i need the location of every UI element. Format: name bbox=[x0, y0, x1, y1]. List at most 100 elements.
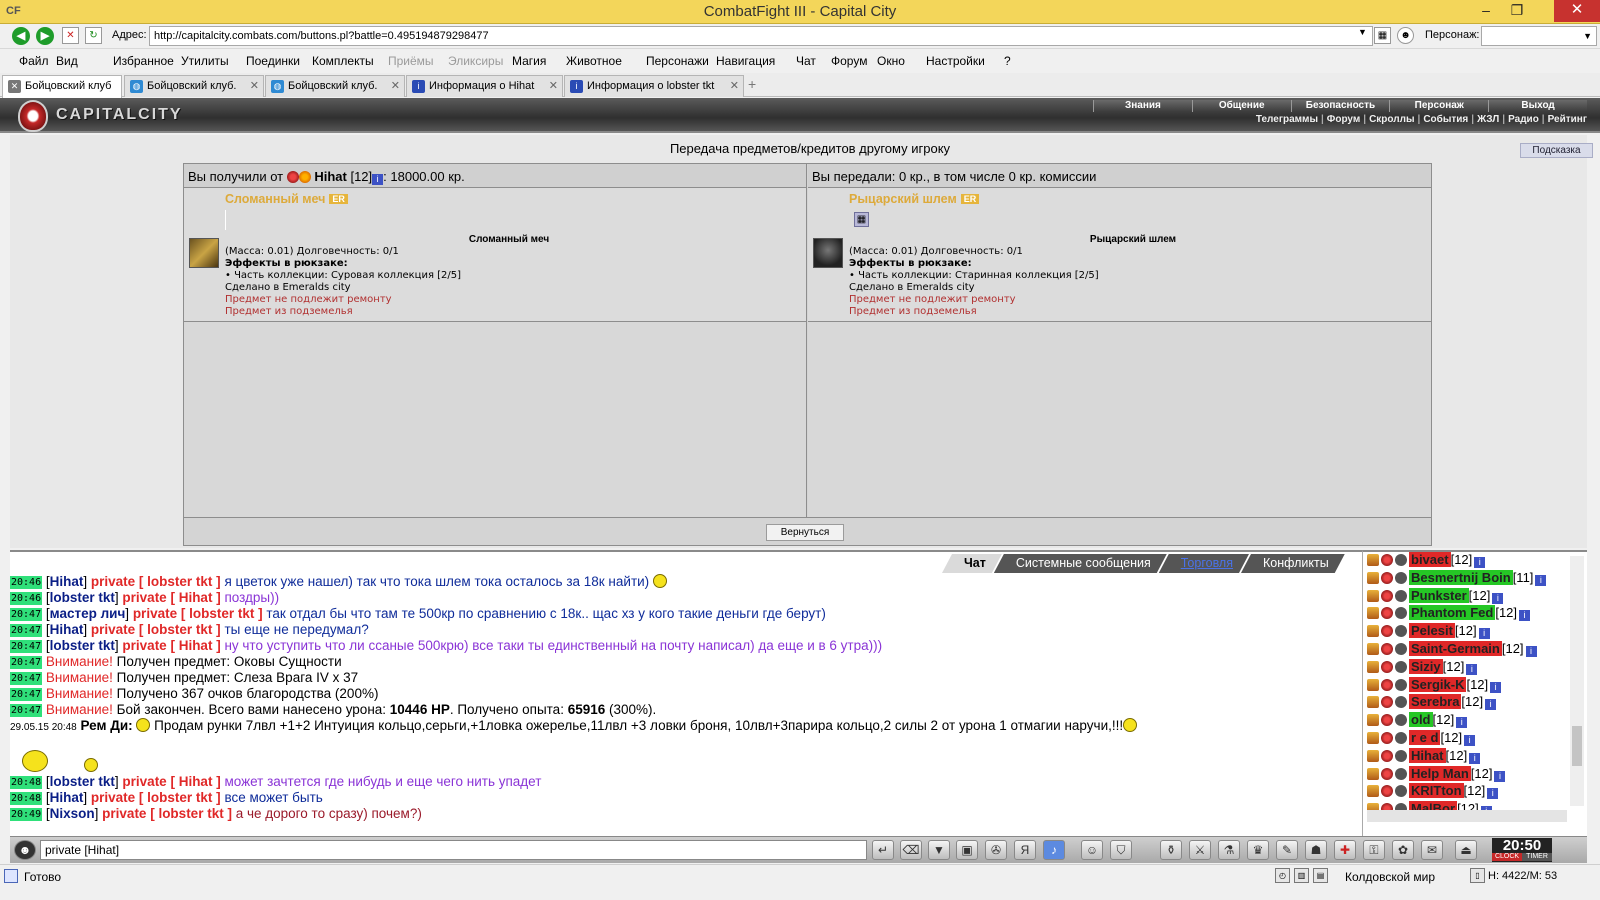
paw-icon[interactable]: ✿ bbox=[1392, 840, 1414, 860]
received-player[interactable]: Hihat bbox=[314, 169, 347, 184]
menu-item[interactable]: Навигация bbox=[716, 54, 775, 68]
user-name[interactable]: KRITton bbox=[1409, 783, 1464, 799]
user-info-icon[interactable]: i bbox=[1478, 628, 1490, 640]
menu-item[interactable]: Файл bbox=[19, 54, 49, 68]
chat-time[interactable]: 20:46 bbox=[10, 576, 43, 589]
menu-item[interactable]: Утилиты bbox=[181, 54, 229, 68]
private-tag[interactable]: private [ lobster tkt ] bbox=[102, 806, 232, 821]
user-row[interactable]: Punkster [12] i bbox=[1367, 587, 1570, 606]
menu-item[interactable]: Чат bbox=[796, 54, 816, 68]
user-name[interactable]: Siziy bbox=[1409, 658, 1443, 674]
user-list-hscroll[interactable] bbox=[1367, 810, 1567, 822]
user-name[interactable]: Help Man bbox=[1409, 765, 1471, 781]
game-subnav-4[interactable]: ЖЗЛ bbox=[1477, 114, 1499, 127]
game-subnav-0[interactable]: Телеграммы bbox=[1256, 114, 1318, 127]
menu-item[interactable]: ? bbox=[1004, 54, 1011, 68]
game-nav-1[interactable]: Общение bbox=[1191, 100, 1291, 112]
game-subnav-5[interactable]: Радио bbox=[1508, 114, 1539, 127]
panel-icon[interactable]: ▥ bbox=[1294, 868, 1309, 883]
chat-tab[interactable]: Торговля bbox=[1159, 554, 1249, 573]
user-name[interactable]: bivaet bbox=[1409, 552, 1451, 567]
trade-nick[interactable]: Рем Ди: bbox=[81, 718, 133, 733]
user-info-icon[interactable]: i bbox=[1466, 663, 1478, 675]
helmet-icon[interactable]: ⛉ bbox=[1110, 840, 1132, 860]
browser-tab[interactable]: i Информация о lobster tkt ✕ bbox=[564, 75, 744, 97]
sword-icon[interactable]: ⚔ bbox=[1189, 840, 1211, 860]
back-icon[interactable]: ◀ bbox=[12, 27, 30, 45]
menu-item[interactable]: Поединки bbox=[246, 54, 300, 68]
menu-item[interactable]: Приёмы bbox=[388, 54, 434, 68]
tab-close-icon[interactable]: ✕ bbox=[549, 79, 558, 92]
user-name[interactable]: old bbox=[1409, 712, 1433, 728]
forward-icon[interactable]: ▶ bbox=[36, 27, 54, 45]
browser-tab[interactable]: ◍ Бойцовский клуб. ✕ bbox=[124, 75, 264, 97]
user-info-icon[interactable]: i bbox=[1492, 592, 1504, 604]
user-icon[interactable]: ☻ bbox=[1397, 27, 1414, 44]
player-info-icon[interactable]: i bbox=[372, 174, 384, 185]
user-info-icon[interactable]: i bbox=[1490, 681, 1502, 693]
tab-close-icon[interactable]: ✕ bbox=[250, 79, 259, 92]
crown-icon[interactable]: ♛ bbox=[1247, 840, 1269, 860]
user-name[interactable]: Phantom Fed bbox=[1409, 605, 1496, 621]
go-icon[interactable]: ▦ bbox=[1374, 27, 1391, 44]
menu-item[interactable]: Форум bbox=[831, 54, 867, 68]
user-row[interactable]: Pelesit [12] i bbox=[1367, 623, 1570, 641]
filter-icon[interactable]: ▼ bbox=[928, 840, 950, 860]
lock-icon[interactable]: ⚿ bbox=[1363, 840, 1385, 860]
private-tag[interactable]: private [ Hihat ] bbox=[122, 774, 220, 789]
user-row[interactable]: Siziy [12] i bbox=[1367, 658, 1570, 677]
game-nav-3[interactable]: Персонаж bbox=[1389, 100, 1489, 112]
address-input[interactable] bbox=[149, 26, 1373, 46]
history-icon[interactable]: ◴ bbox=[1275, 868, 1290, 883]
menu-item[interactable]: Комплекты bbox=[312, 54, 374, 68]
chat-nick[interactable]: lobster tkt bbox=[50, 638, 115, 653]
potion-icon[interactable]: ⚗ bbox=[1218, 840, 1240, 860]
chat-tab[interactable]: Чат bbox=[942, 554, 1002, 573]
user-row[interactable]: Besmertnij Boin [11] i bbox=[1367, 569, 1570, 588]
menu-item[interactable]: Персонажи bbox=[646, 54, 709, 68]
mail-icon[interactable]: ✉ bbox=[1421, 840, 1443, 860]
chat-time[interactable]: 20:47 bbox=[10, 704, 43, 717]
music-icon[interactable]: ♪ bbox=[1043, 840, 1065, 860]
user-name[interactable]: Sergik-K bbox=[1409, 676, 1467, 692]
chat-tab[interactable]: Конфликты bbox=[1241, 554, 1345, 573]
user-name[interactable]: Saint-Germain bbox=[1409, 640, 1502, 656]
user-row[interactable]: Hihat [12] i bbox=[1367, 747, 1570, 766]
chat-time[interactable]: 20:47 bbox=[10, 672, 43, 685]
scroll-thumb[interactable] bbox=[1572, 726, 1582, 766]
private-tag[interactable]: private [ lobster tkt ] bbox=[91, 574, 221, 589]
user-info-icon[interactable]: i bbox=[1456, 717, 1468, 729]
user-name[interactable]: Punkster bbox=[1409, 587, 1469, 603]
chat-time[interactable]: 20:47 bbox=[10, 688, 43, 701]
chat-nick[interactable]: lobster tkt bbox=[50, 590, 115, 605]
game-subnav-3[interactable]: События bbox=[1423, 114, 1468, 127]
eraser-icon[interactable]: ⌫ bbox=[900, 840, 922, 860]
private-tag[interactable]: private [ lobster tkt ] bbox=[133, 606, 263, 621]
user-info-icon[interactable]: i bbox=[1525, 645, 1537, 657]
scroll-icon[interactable]: ✎ bbox=[1276, 840, 1298, 860]
tab-close-icon[interactable]: ✕ bbox=[391, 79, 400, 92]
stop-icon[interactable]: ✕ bbox=[62, 27, 79, 44]
game-nav-0[interactable]: Знания bbox=[1093, 100, 1192, 112]
user-row[interactable]: Help Man [12] i bbox=[1367, 765, 1570, 784]
browser-tab[interactable]: i Информация о Hihat ✕ bbox=[406, 75, 563, 97]
menu-item[interactable]: Эликсиры bbox=[448, 54, 503, 68]
chat-time[interactable]: 20:47 bbox=[10, 640, 43, 653]
mask-icon[interactable]: ☗ bbox=[1305, 840, 1327, 860]
walk-icon[interactable]: ✇ bbox=[985, 840, 1007, 860]
user-name[interactable]: Besmertnij Boin bbox=[1409, 569, 1513, 585]
menu-item[interactable]: Окно bbox=[877, 54, 905, 68]
user-row[interactable]: bivaet [12] i bbox=[1367, 552, 1570, 570]
user-list-scrollbar[interactable] bbox=[1570, 556, 1584, 806]
chat-time[interactable]: 20:47 bbox=[10, 608, 43, 621]
return-button[interactable]: Вернуться bbox=[766, 524, 844, 541]
user-row[interactable]: old [12] i bbox=[1367, 712, 1570, 730]
chat-tab[interactable]: Системные сообщения bbox=[994, 554, 1167, 573]
exit-icon[interactable]: ⏏ bbox=[1455, 840, 1477, 860]
new-tab-icon[interactable]: + bbox=[748, 76, 756, 92]
browser-tab[interactable]: ◍ Бойцовский клуб. ✕ bbox=[265, 75, 405, 97]
timer-label[interactable]: TIMER bbox=[1522, 853, 1552, 861]
user-info-icon[interactable]: i bbox=[1469, 752, 1481, 764]
private-tag[interactable]: private [ Hihat ] bbox=[122, 590, 220, 605]
user-name[interactable]: Pelesit bbox=[1409, 623, 1455, 639]
